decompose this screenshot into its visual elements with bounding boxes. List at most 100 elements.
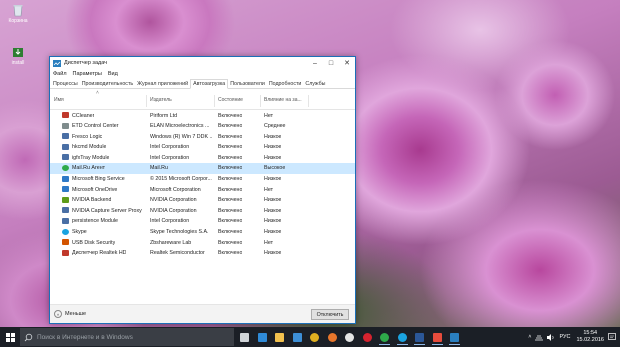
startup-item-name: persistence Module: [72, 218, 118, 225]
table-row[interactable]: Microsoft Bing Service © 2015 Microsoft C…: [50, 174, 355, 185]
table-row[interactable]: ETD Control Center ELAN Microelectronics …: [50, 121, 355, 132]
fewer-details-button[interactable]: ˄ Меньше: [54, 310, 86, 318]
table-row[interactable]: Диспетчер Realtek HD Realtek Semiconducto…: [50, 248, 355, 259]
taskbar-app-button[interactable]: [306, 329, 323, 345]
taskbar-app-button[interactable]: [429, 329, 446, 345]
chevron-up-icon: ˄: [54, 310, 62, 318]
startup-item-name: NVIDIA Capture Server Proxy: [72, 207, 142, 214]
startup-item-status: Включено: [218, 123, 243, 130]
startup-item-name: ETD Control Center: [72, 123, 119, 130]
file-explorer-icon: [275, 332, 284, 342]
column-header-publisher[interactable]: Издатель: [150, 97, 172, 103]
menu-options[interactable]: Параметры: [73, 71, 102, 77]
table-row[interactable]: Skype Skype Technologies S.A. Включено Низк…: [50, 227, 355, 238]
tab-details[interactable]: Подробности: [267, 80, 304, 89]
taskbar-app-button[interactable]: [394, 329, 411, 345]
startup-item-publisher: © 2015 Microsoft Corpor...: [150, 176, 212, 183]
window-title: Диспетчер задач: [64, 60, 108, 66]
taskbar-app-button[interactable]: [411, 329, 428, 345]
startup-item-publisher: Zbshareware Lab: [150, 239, 192, 246]
taskbar-app-button[interactable]: [359, 329, 376, 345]
taskbar-app-button[interactable]: [376, 329, 393, 345]
startup-item-publisher: Piriform Ltd: [150, 112, 178, 119]
column-header-status[interactable]: Состояние: [218, 97, 243, 103]
tab-performance[interactable]: Производительность: [80, 80, 135, 89]
table-row[interactable]: igfxTray Module Intel Corporation Включено…: [50, 152, 355, 163]
edge-icon: [257, 332, 267, 342]
startup-item-name: Skype: [72, 229, 87, 236]
nvidia-icon: [62, 196, 69, 203]
close-button[interactable]: ✕: [339, 57, 355, 69]
table-row[interactable]: NVIDIA Capture Server Proxy NVIDIA Corpor…: [50, 205, 355, 216]
taskbar-app-button[interactable]: [254, 329, 271, 345]
yandex-browser-icon: [345, 332, 354, 342]
input-language-indicator[interactable]: РУС: [559, 334, 570, 340]
store-icon: [292, 332, 302, 342]
startup-item-status: Включено: [218, 239, 243, 246]
tab-users[interactable]: Пользователи: [228, 80, 267, 89]
table-row[interactable]: Fresco Logic Windows (R) Win 7 DDK ... Вкл…: [50, 131, 355, 142]
startup-item-status: Включено: [218, 207, 243, 214]
search-box[interactable]: Поиск в Интернете и в Windows: [20, 328, 234, 346]
taskbar-app-button[interactable]: [341, 329, 358, 345]
startup-item-publisher: Realtek Semiconductor: [150, 250, 205, 257]
disable-button[interactable]: Отключить: [311, 309, 349, 320]
startup-item-status: Включено: [218, 144, 243, 151]
skype-icon: [397, 332, 407, 342]
menu-file[interactable]: Файл: [53, 71, 67, 77]
menu-bar: Файл Параметры Вид: [50, 69, 355, 78]
task-manager-icon: [450, 332, 459, 342]
taskbar-app-button[interactable]: [236, 329, 253, 345]
table-row[interactable]: NVIDIA Backend NVIDIA Corporation Включено…: [50, 195, 355, 206]
startup-item-publisher: NVIDIA Corporation: [150, 197, 197, 204]
table-row[interactable]: Mail.Ru Агент Mail.Ru Включено Высокое: [50, 162, 355, 174]
taskbar-app-button[interactable]: [289, 329, 306, 345]
firefox-icon: [327, 332, 337, 342]
taskbar-app-button[interactable]: [446, 329, 463, 345]
tab-services[interactable]: Службы: [303, 80, 327, 89]
search-placeholder: Поиск в Интернете и в Windows: [37, 333, 133, 341]
network-icon[interactable]: [535, 334, 544, 341]
column-header-impact[interactable]: Влияние на за...: [264, 97, 302, 103]
tab-strip: Процессы Производительность Журнал прило…: [50, 78, 355, 89]
menu-view[interactable]: Вид: [108, 71, 118, 77]
clock[interactable]: 15:54 15.02.2016: [576, 330, 604, 344]
system-tray: ˄ РУС 15:54 15.02.2016: [528, 327, 620, 347]
startup-item-impact: Низкое: [264, 207, 282, 214]
opera-icon: [362, 332, 372, 342]
taskbar-app-button[interactable]: [324, 329, 341, 345]
desktop-icon-label: Корзина: [8, 18, 28, 24]
install-shortcut[interactable]: install: [3, 45, 33, 66]
startup-item-impact: Низкое: [264, 250, 282, 257]
minimize-button[interactable]: –: [307, 57, 323, 69]
app-icon: [62, 154, 69, 161]
table-row[interactable]: Microsoft OneDrive Microsoft Corporation В…: [50, 184, 355, 195]
startup-item-name: hkcmd Module: [72, 144, 107, 151]
table-row[interactable]: hkcmd Module Intel Corporation Включено Низ…: [50, 142, 355, 153]
table-row[interactable]: USB Disk Security Zbshareware Lab Включено…: [50, 237, 355, 248]
maximize-button[interactable]: □: [323, 57, 339, 69]
startup-item-status: Включено: [218, 112, 243, 119]
taskbar-app-button[interactable]: [271, 329, 288, 345]
table-row[interactable]: CCleaner Piriform Ltd Включено Нет: [50, 110, 355, 121]
volume-icon[interactable]: [547, 333, 555, 341]
startup-item-status: Включено: [218, 176, 243, 183]
title-bar[interactable]: Диспетчер задач – □ ✕: [50, 57, 355, 69]
search-icon: [24, 333, 33, 341]
tray-chevron-up-icon[interactable]: ˄: [528, 334, 531, 340]
start-button[interactable]: [0, 327, 20, 347]
column-header-name[interactable]: Имя: [54, 97, 64, 103]
startup-item-impact: Нет: [264, 239, 274, 246]
tab-app-history[interactable]: Журнал приложений: [135, 80, 190, 89]
tab-startup[interactable]: Автозагрузка: [190, 78, 229, 89]
table-body: CCleaner Piriform Ltd Включено Нет ETD Contr…: [50, 110, 355, 258]
tab-processes[interactable]: Процессы: [51, 80, 80, 89]
notifications-icon[interactable]: [608, 333, 616, 341]
recycle-bin-shortcut[interactable]: Корзина: [3, 3, 33, 24]
startup-item-name: CCleaner: [72, 112, 95, 119]
startup-table: ˄ Имя Издатель Состояние Влияние на за..…: [50, 89, 355, 258]
installer-icon: [13, 48, 23, 57]
startup-item-name: Microsoft Bing Service: [72, 176, 125, 183]
table-header: ˄ Имя Издатель Состояние Влияние на за..…: [50, 89, 355, 110]
table-row[interactable]: persistence Module Intel Corporation Включ…: [50, 216, 355, 227]
